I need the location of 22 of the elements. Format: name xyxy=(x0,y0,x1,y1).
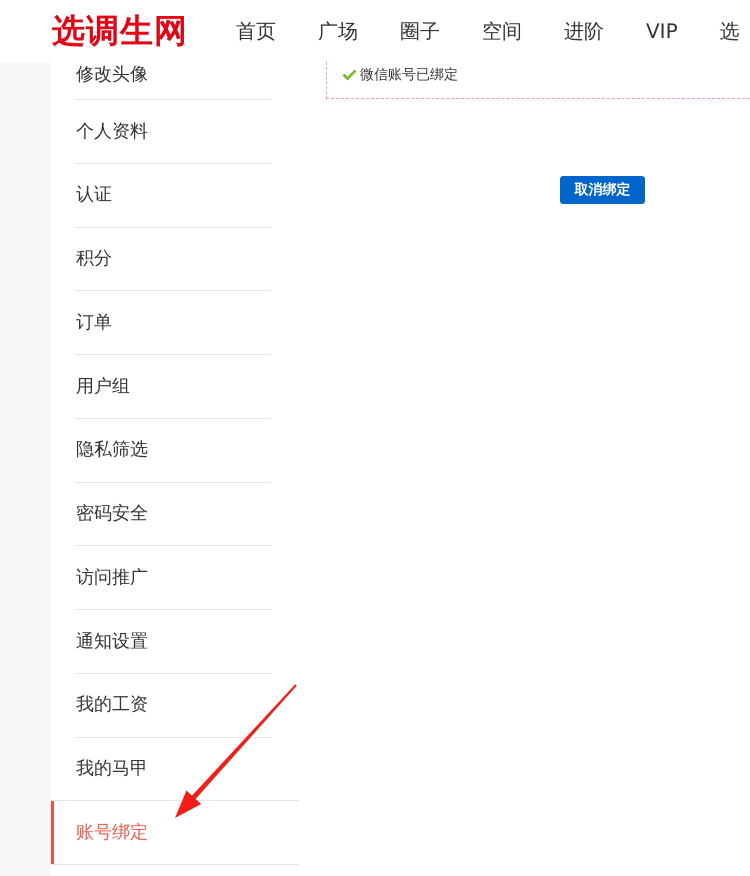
sidebar-item[interactable]: 访问推广 xyxy=(51,546,299,609)
sidebar-item[interactable]: 隐私筛选 xyxy=(51,418,299,482)
status-text: 微信账号已绑定 xyxy=(360,66,458,85)
sidebar-item[interactable]: 订单 xyxy=(51,291,299,354)
sidebar-item[interactable]: 修改头像 xyxy=(51,62,299,99)
sidebar-item[interactable]: 个人资料 xyxy=(51,100,299,163)
sidebar-item[interactable]: 我的马甲 xyxy=(51,738,299,800)
nav-link[interactable]: 圈子 xyxy=(400,19,440,43)
sidebar-item[interactable]: 用户组 xyxy=(51,355,299,418)
sidebar-item[interactable]: 我的工资 xyxy=(51,674,299,736)
nav-link[interactable]: VIP xyxy=(646,19,678,43)
nav-link[interactable]: 空间 xyxy=(482,19,522,43)
sidebar-item[interactable]: 认证 xyxy=(51,164,299,226)
nav-link[interactable]: 进阶 xyxy=(564,19,604,43)
nav-link[interactable]: 首页 xyxy=(236,19,276,43)
nav-link[interactable]: 广场 xyxy=(318,19,358,43)
sidebar-item[interactable]: 积分 xyxy=(51,228,299,290)
nav-link[interactable]: 选 xyxy=(720,19,740,43)
site-logo[interactable]: 选调生网 xyxy=(52,12,188,50)
sidebar-item[interactable]: 通知设置 xyxy=(51,610,299,673)
unbind-button[interactable]: 取消绑定 xyxy=(560,176,645,204)
sidebar-item[interactable]: 密码安全 xyxy=(51,482,299,546)
